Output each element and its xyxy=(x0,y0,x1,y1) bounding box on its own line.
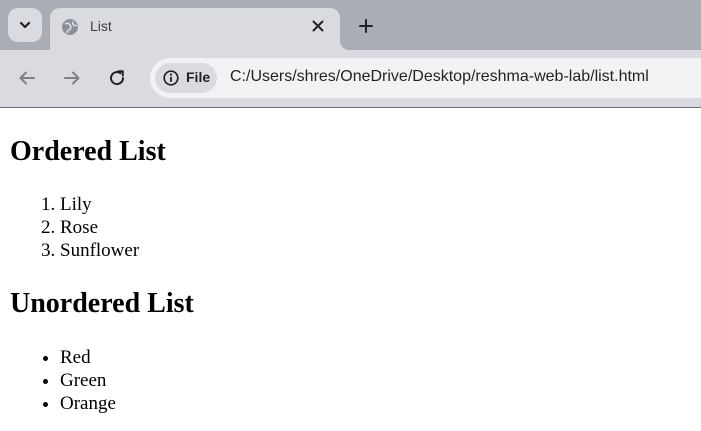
unordered-list: Red Green Orange xyxy=(20,346,116,415)
list-item: Rose xyxy=(60,216,139,239)
site-info-label: File xyxy=(186,69,211,85)
list-item: Green xyxy=(60,369,116,392)
arrow-right-icon xyxy=(64,71,80,85)
tab-title: List xyxy=(90,18,112,34)
arrow-left-icon xyxy=(19,71,35,85)
site-info-chip[interactable]: File xyxy=(155,63,217,93)
list-item: Sunflower xyxy=(60,239,139,262)
tab-search-button[interactable] xyxy=(8,8,42,42)
close-icon xyxy=(312,20,324,32)
list-item: Red xyxy=(60,346,116,369)
ordered-list-heading: Ordered List xyxy=(10,136,166,167)
list-item: Orange xyxy=(60,392,116,415)
reload-icon xyxy=(110,70,125,86)
unordered-list-heading: Unordered List xyxy=(10,288,194,319)
reload-button[interactable] xyxy=(104,65,130,91)
page-content: Ordered List Lily Rose Sunflower Unorder… xyxy=(0,108,701,431)
browser-tab[interactable]: List xyxy=(50,8,350,50)
address-bar[interactable]: File C:/Users/shres/OneDrive/Desktop/res… xyxy=(150,58,701,98)
list-item: Lily xyxy=(60,193,139,216)
back-button[interactable] xyxy=(14,65,40,91)
url-text[interactable]: C:/Users/shres/OneDrive/Desktop/reshma-w… xyxy=(230,68,649,86)
ordered-list: Lily Rose Sunflower xyxy=(20,193,139,262)
new-tab-button[interactable] xyxy=(354,14,378,38)
tab-close-button[interactable] xyxy=(308,16,328,36)
chevron-down-icon xyxy=(19,21,31,29)
forward-button[interactable] xyxy=(59,65,85,91)
plus-icon xyxy=(359,19,373,33)
info-icon xyxy=(163,70,179,86)
browser-toolbar: File C:/Users/shres/OneDrive/Desktop/res… xyxy=(0,50,701,108)
tab-strip: List xyxy=(0,0,701,50)
globe-icon xyxy=(62,19,78,35)
